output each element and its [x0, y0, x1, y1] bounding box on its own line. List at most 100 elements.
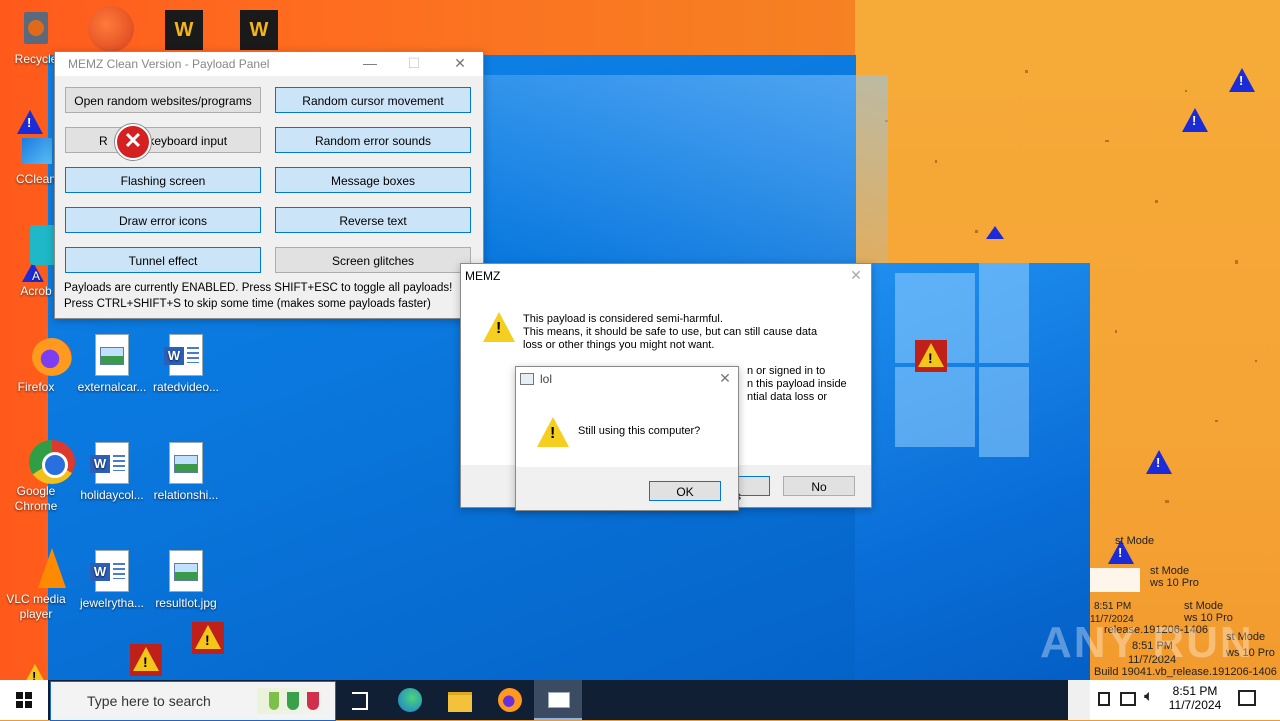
watermark: ANY RUN	[1040, 618, 1254, 667]
volume-icon[interactable]: 🔈︎	[1144, 688, 1154, 706]
desktop-icon-label: Google	[16, 484, 56, 498]
acrobat-icon	[16, 225, 66, 265]
error-warning-icon: !	[192, 622, 224, 654]
lol-dialog: lol ✕ ! Still using this computer? OK	[515, 366, 739, 511]
payload-message-boxes-button[interactable]: Message boxes	[275, 167, 471, 193]
word-file-icon: W	[90, 442, 129, 484]
payload-keyboard-input-button[interactable]: R keyboard input	[65, 127, 261, 153]
payload-cursor-movement-button[interactable]: Random cursor movement	[275, 87, 471, 113]
error-warning-icon: !	[915, 340, 947, 372]
dialog-message: This payload is considered semi-harmful.…	[523, 313, 818, 351]
meet-now-icon[interactable]	[1098, 692, 1110, 706]
word-file-icon[interactable]: W	[165, 10, 203, 50]
desktop-icon-label: relationshi...	[153, 488, 219, 502]
desktop-icon-vlc[interactable]: VLC media player	[0, 548, 72, 622]
ghost-tray	[1090, 568, 1140, 592]
minimize-button[interactable]: —	[355, 52, 385, 76]
clock-time: 8:51 PM	[1172, 684, 1218, 698]
recycle-bin-icon	[16, 8, 56, 48]
start-button[interactable]	[0, 680, 48, 720]
button-label-part: keyboard input	[148, 134, 228, 148]
window-icon	[520, 373, 534, 385]
taskbar-memz-app[interactable]	[534, 680, 582, 720]
desktop-icon-label: ratedvideo...	[152, 380, 220, 394]
payload-error-sounds-button[interactable]: Random error sounds	[275, 127, 471, 153]
desktop-icon-label: holidaycol...	[80, 488, 144, 502]
ghost-text: ws 10 Pro	[1150, 577, 1199, 589]
chrome-icon	[16, 440, 75, 484]
desktop-icon-label: Chrome	[14, 499, 58, 513]
notification-icon[interactable]	[1238, 690, 1256, 706]
close-button[interactable]: ✕	[710, 367, 740, 391]
payload-reverse-text-button[interactable]: Reverse text	[275, 207, 471, 233]
close-button[interactable]: ✕	[841, 264, 871, 288]
desktop-file-word[interactable]: W holidaycol...	[76, 442, 148, 503]
warning-icon	[986, 226, 1004, 239]
search-box[interactable]: Type here to search	[50, 681, 336, 721]
image-file-icon	[95, 334, 129, 376]
network-icon[interactable]	[1120, 692, 1136, 706]
status-line: Payloads are currently ENABLED. Press SH…	[64, 282, 453, 294]
warning-icon: !	[483, 312, 515, 342]
firefox-icon	[16, 336, 72, 376]
vlc-icon	[16, 548, 66, 588]
dialog-title: lol	[540, 372, 553, 386]
dialog-message-partial: n or signed in to n this payload inside …	[747, 365, 847, 403]
error-warning-icon: !	[130, 644, 162, 676]
desktop-file-image[interactable]: externalcar...	[76, 334, 148, 395]
ghost-text: st Mode	[1115, 535, 1155, 547]
no-button[interactable]: No	[783, 476, 855, 496]
payload-panel-titlebar[interactable]: MEMZ Clean Version - Payload Panel — ☐ ✕	[55, 52, 483, 76]
image-file-icon	[169, 550, 203, 592]
desktop-file-word[interactable]: W ratedvideo...	[150, 334, 222, 395]
desktop-icon-label: Firefox	[17, 380, 55, 394]
error-icon: ✕	[115, 124, 151, 160]
payload-open-websites-button[interactable]: Open random websites/programs	[65, 87, 261, 113]
search-placeholder: Type here to search	[87, 693, 211, 709]
warning-icon: !	[1182, 108, 1208, 132]
ccleaner-icon	[16, 128, 56, 168]
memz-dialog-titlebar[interactable]: MEMZ ✕	[461, 264, 871, 288]
ghost-tray-time: 8:51 PM	[1094, 601, 1132, 612]
word-file-icon: W	[164, 334, 203, 376]
payload-draw-error-icons-button[interactable]: Draw error icons	[65, 207, 261, 233]
maximize-button[interactable]: ☐	[399, 52, 429, 76]
word-file-icon[interactable]: W	[240, 10, 278, 50]
desktop-icon-firefox[interactable]: Firefox	[0, 336, 72, 395]
search-highlight-image	[257, 688, 327, 714]
payload-screen-glitches-button[interactable]: Screen glitches	[275, 247, 471, 273]
dialog-message: Still using this computer?	[578, 425, 701, 437]
taskbar-edge-icon[interactable]	[386, 680, 434, 720]
desktop-file-image[interactable]: resultlot.jpg	[150, 550, 222, 611]
desktop-file-image[interactable]: relationshi...	[150, 442, 222, 503]
ok-button[interactable]: OK	[649, 481, 721, 501]
dialog-title: MEMZ	[465, 269, 501, 283]
window-title: MEMZ Clean Version - Payload Panel	[68, 57, 270, 71]
taskbar-file-explorer-icon[interactable]	[436, 680, 484, 720]
desktop-icon-label: VLC media	[6, 592, 66, 606]
task-view-button[interactable]	[336, 680, 384, 720]
clock-date: 11/7/2024	[1168, 698, 1222, 712]
taskbar-divider	[1068, 680, 1090, 720]
desktop-icon-chrome[interactable]: Google Chrome	[0, 440, 75, 514]
desktop-icon-label: jewelrytha...	[79, 596, 145, 610]
taskbar-firefox-icon[interactable]	[486, 680, 534, 720]
desktop-icon-label: resultlot.jpg	[155, 596, 217, 610]
clock[interactable]: 8:51 PM 11/7/2024	[1164, 684, 1226, 712]
warning-icon: !	[1146, 450, 1172, 474]
warning-icon: !	[1229, 68, 1255, 92]
edge-icon[interactable]	[88, 6, 134, 52]
close-button[interactable]: ✕	[445, 52, 475, 76]
desktop-file-word[interactable]: W jewelrytha...	[76, 550, 148, 611]
status-line: Press CTRL+SHIFT+S to skip some time (ma…	[64, 298, 431, 310]
payload-tunnel-effect-button[interactable]: Tunnel effect	[65, 247, 261, 273]
button-label-part: R	[98, 134, 108, 148]
lol-dialog-titlebar[interactable]: lol ✕	[516, 367, 738, 391]
image-file-icon	[169, 442, 203, 484]
desktop-icon-label: player	[19, 607, 53, 621]
warning-icon: !	[537, 417, 569, 447]
word-file-icon: W	[90, 550, 129, 592]
desktop-icon-label: externalcar...	[77, 380, 147, 394]
payload-flashing-screen-button[interactable]: Flashing screen	[65, 167, 261, 193]
payload-panel-window: MEMZ Clean Version - Payload Panel — ☐ ✕…	[54, 51, 484, 319]
